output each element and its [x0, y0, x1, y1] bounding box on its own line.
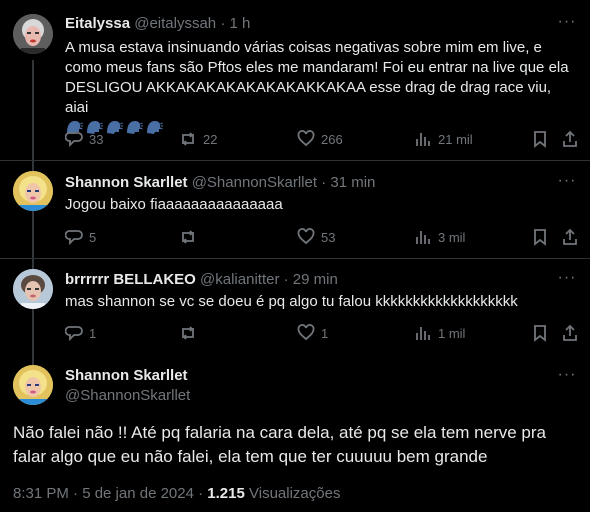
- more-options-icon[interactable]: ···: [556, 270, 578, 290]
- like-button[interactable]: 53: [297, 227, 335, 247]
- like-button[interactable]: 1: [297, 323, 328, 343]
- avatar[interactable]: [13, 269, 53, 309]
- bookmark-icon: [534, 229, 546, 246]
- views-chart-icon: [416, 231, 430, 244]
- share-icon: [563, 130, 577, 147]
- tweet-text: Jogou baixo fiaaaaaaaaaaaaaaa: [65, 196, 283, 213]
- bookmark-icon: [534, 325, 546, 342]
- views-count: 3 mil: [438, 229, 466, 245]
- tweet-meta: 8:31 PM · 5 de jan de 2024 · 1.215 Visua…: [13, 485, 340, 502]
- bookmark-icon: [534, 131, 546, 148]
- reply-icon: [65, 230, 83, 246]
- avatar[interactable]: [13, 171, 53, 211]
- reply-count: 33: [89, 131, 104, 147]
- reply-button[interactable]: 1: [65, 323, 96, 343]
- tweet-header: Eitalyssa @eitalyssah · 1 h: [65, 15, 250, 32]
- tweet-text: mas shannon se vc se doeu é pq algo tu f…: [65, 293, 518, 310]
- repost-count: 22: [203, 131, 218, 147]
- share-icon: [563, 228, 577, 245]
- reply-count: 1: [89, 325, 97, 341]
- author-handle[interactable]: @eitalyssah: [134, 15, 216, 32]
- bookmark-button[interactable]: [531, 323, 549, 343]
- reply-button[interactable]: 33: [65, 129, 103, 149]
- author-handle[interactable]: @kalianitter: [200, 271, 279, 288]
- repost-button[interactable]: [179, 323, 203, 343]
- tweet-time[interactable]: · 1 h: [220, 15, 250, 32]
- reply-tweet[interactable]: brrrrrr BELLAKEO @kalianitter · 29 min ·…: [0, 259, 590, 355]
- author-name[interactable]: Eitalyssa: [65, 15, 130, 32]
- more-options-icon[interactable]: ···: [556, 367, 578, 387]
- avatar[interactable]: [13, 365, 53, 405]
- author-handle[interactable]: @ShannonSkarllet: [192, 174, 317, 191]
- like-count: 1: [321, 325, 329, 341]
- views-button[interactable]: 1 mil: [414, 323, 465, 343]
- reply-icon: [65, 326, 83, 342]
- tweet-header: Shannon Skarllet @ShannonSkarllet · 31 m…: [65, 174, 375, 191]
- tweet-text: Não falei não !! Até pq falaria na cara …: [13, 423, 547, 466]
- views-count: 1 mil: [438, 325, 466, 341]
- tweet-text: A musa estava insinuando várias coisas n…: [65, 38, 576, 139]
- action-bar: 1 1 1 mil: [65, 323, 578, 343]
- views-chart-icon: [416, 133, 430, 146]
- tweet-time[interactable]: · 31 min: [321, 174, 375, 191]
- bookmark-button[interactable]: [531, 129, 549, 149]
- author-name[interactable]: brrrrrr BELLAKEO: [65, 271, 196, 288]
- like-button[interactable]: 266: [297, 129, 343, 149]
- views-button[interactable]: 21 mil: [414, 129, 473, 149]
- like-count: 266: [321, 131, 343, 147]
- more-options-icon[interactable]: ···: [556, 173, 578, 193]
- tweet-timestamp[interactable]: 8:31 PM · 5 de jan de 2024 ·: [13, 485, 203, 502]
- views-count: 1.215: [207, 485, 245, 502]
- heart-icon: [297, 228, 315, 245]
- more-options-icon[interactable]: ···: [556, 14, 578, 34]
- repost-icon: [182, 326, 194, 340]
- author-handle[interactable]: @ShannonSkarllet: [65, 387, 190, 404]
- heart-icon: [297, 130, 315, 147]
- share-button[interactable]: [561, 323, 579, 343]
- views-chart-icon: [416, 327, 430, 340]
- share-button[interactable]: [561, 227, 579, 247]
- repost-button[interactable]: [179, 227, 203, 247]
- views-button[interactable]: 3 mil: [414, 227, 465, 247]
- share-icon: [563, 324, 577, 341]
- main-tweet: Shannon Skarllet @ShannonSkarllet ··· Nã…: [0, 355, 590, 512]
- repost-icon: [182, 230, 194, 244]
- author-name[interactable]: Shannon Skarllet: [65, 174, 188, 191]
- like-count: 53: [321, 229, 336, 245]
- action-bar: 33 22 266 21 mil: [65, 129, 578, 149]
- heart-icon: [297, 324, 315, 341]
- repost-button[interactable]: 22: [179, 129, 217, 149]
- bookmark-button[interactable]: [531, 227, 549, 247]
- tweet-header: brrrrrr BELLAKEO @kalianitter · 29 min: [65, 271, 338, 288]
- reply-tweet[interactable]: Eitalyssa @eitalyssah · 1 h ··· A musa e…: [0, 0, 590, 160]
- reply-tweet[interactable]: Shannon Skarllet @ShannonSkarllet · 31 m…: [0, 161, 590, 260]
- reply-count: 5: [89, 229, 97, 245]
- tweet-time[interactable]: · 29 min: [284, 271, 338, 288]
- share-button[interactable]: [561, 129, 579, 149]
- author-name[interactable]: Shannon Skarllet: [65, 367, 188, 384]
- action-bar: 5 53 3 mil: [65, 227, 578, 247]
- avatar[interactable]: [13, 14, 53, 54]
- reply-button[interactable]: 5: [65, 227, 96, 247]
- reply-icon: [65, 132, 83, 148]
- views-label: Visualizações: [249, 485, 341, 502]
- repost-icon: [182, 132, 194, 146]
- views-count: 21 mil: [438, 131, 473, 147]
